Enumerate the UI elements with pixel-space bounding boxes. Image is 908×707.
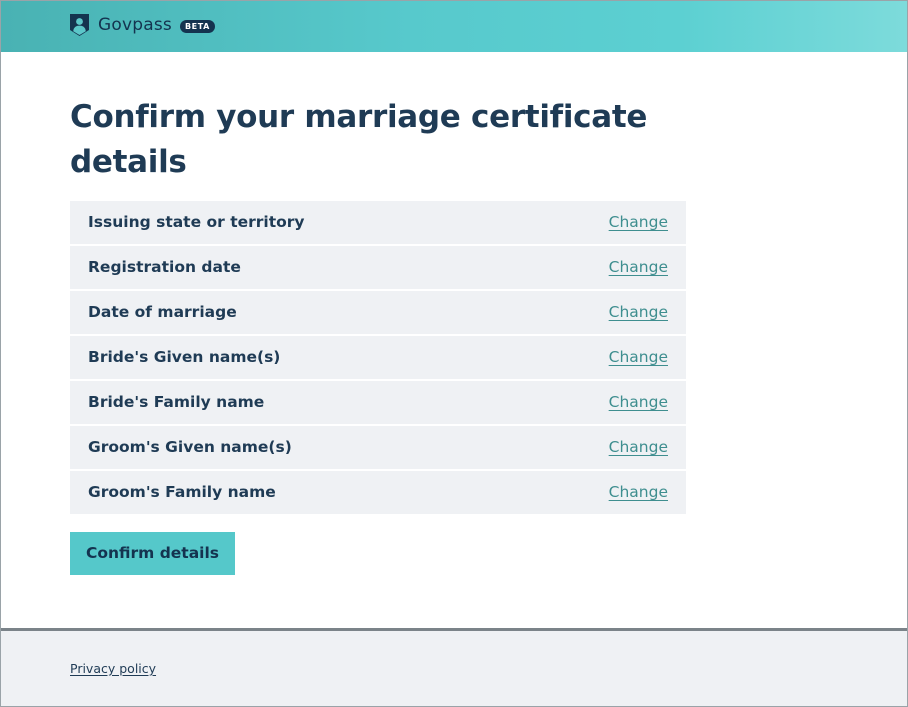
summary-row-groom-given-names: Groom's Given name(s) Change	[70, 426, 686, 469]
change-date-of-marriage-link[interactable]: Change	[609, 302, 668, 322]
site-header: Govpass BETA	[1, 1, 907, 52]
change-groom-given-names-link[interactable]: Change	[609, 437, 668, 457]
summary-row-label: Registration date	[88, 258, 241, 276]
site-footer: Privacy policy	[1, 628, 907, 706]
privacy-policy-link[interactable]: Privacy policy	[70, 661, 156, 677]
summary-row-bride-given-names: Bride's Given name(s) Change	[70, 336, 686, 379]
change-issuing-state-link[interactable]: Change	[609, 212, 668, 232]
change-bride-family-name-link[interactable]: Change	[609, 392, 668, 412]
page-frame: Govpass BETA Confirm your marriage certi…	[0, 0, 908, 707]
summary-row-date-of-marriage: Date of marriage Change	[70, 291, 686, 334]
change-groom-family-name-link[interactable]: Change	[609, 482, 668, 502]
change-registration-date-link[interactable]: Change	[609, 257, 668, 277]
summary-row-label: Issuing state or territory	[88, 213, 305, 231]
summary-row-label: Date of marriage	[88, 303, 237, 321]
summary-row-registration-date: Registration date Change	[70, 246, 686, 289]
summary-row-label: Groom's Family name	[88, 483, 276, 501]
summary-list: Issuing state or territory Change Regist…	[70, 201, 686, 516]
change-bride-given-names-link[interactable]: Change	[609, 347, 668, 367]
site-logo[interactable]: Govpass BETA	[69, 12, 215, 38]
confirm-details-button[interactable]: Confirm details	[70, 532, 235, 575]
summary-row-label: Groom's Given name(s)	[88, 438, 292, 456]
app-name: Govpass	[98, 15, 172, 35]
beta-badge: BETA	[179, 19, 215, 33]
summary-row-label: Bride's Given name(s)	[88, 348, 281, 366]
summary-row-label: Bride's Family name	[88, 393, 265, 411]
summary-row-bride-family-name: Bride's Family name Change	[70, 381, 686, 424]
shield-person-icon	[70, 14, 89, 36]
summary-row-issuing-state: Issuing state or territory Change	[70, 201, 686, 244]
summary-row-groom-family-name: Groom's Family name Change	[70, 471, 686, 514]
page-title: Confirm your marriage certificate detail…	[70, 99, 648, 180]
